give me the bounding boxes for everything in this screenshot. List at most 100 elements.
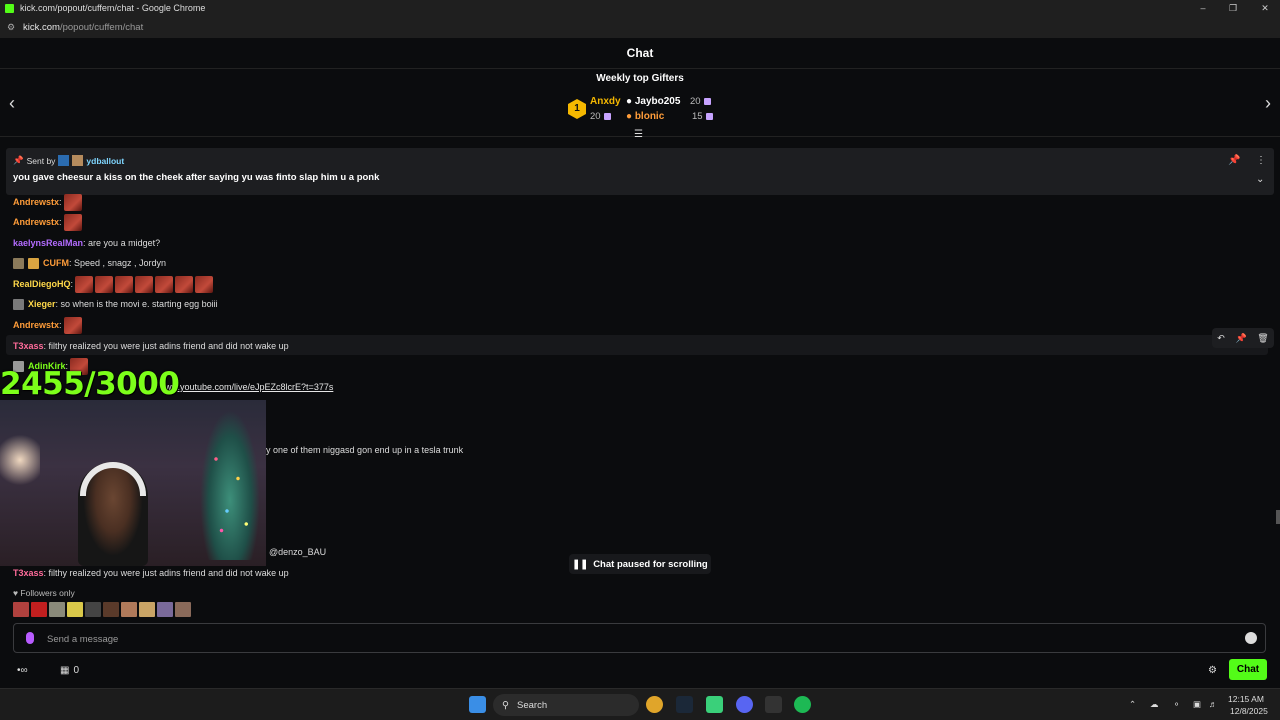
address-bar[interactable]: ⚙ kick.com /popout/cuffem/chat	[0, 16, 1280, 38]
chat-message[interactable]: T3xass: filthy realized you were just ad…	[13, 563, 289, 583]
emote-icon[interactable]	[121, 602, 137, 617]
badge-icon	[72, 155, 84, 166]
microphone-icon[interactable]	[26, 632, 34, 644]
chevron-left-icon[interactable]: ‹	[4, 93, 20, 114]
chevron-down-icon[interactable]: ⌄	[1256, 174, 1264, 185]
emoji-icon[interactable]	[1245, 632, 1257, 644]
emote-icon[interactable]	[157, 602, 173, 617]
pin-toggle-icon[interactable]: 📌	[1228, 155, 1240, 166]
pause-icon: ❚❚	[572, 558, 589, 570]
volume-icon[interactable]: ♬	[1209, 699, 1218, 709]
clock-date[interactable]: 12/8/2025	[1230, 706, 1268, 716]
chrome-icon[interactable]	[646, 696, 663, 713]
chat-username[interactable]: kaelynsRealMan	[13, 238, 83, 248]
scrollbar[interactable]	[1276, 510, 1280, 524]
filter-icon[interactable]: ☰	[634, 129, 643, 140]
chat-message[interactable]: @denzo_BAU	[269, 542, 326, 562]
emote-icon[interactable]	[175, 602, 191, 617]
gifter-name[interactable]: ● blonic	[626, 111, 664, 122]
pinned-sender: 📌 Sent by ydballout	[13, 155, 124, 166]
chat-message[interactable]: ww.youtube.com/live/eJpEZc8lcrE?t=377s	[165, 377, 333, 397]
followers-only-text: Followers only	[20, 588, 75, 598]
windows-start-icon[interactable]	[469, 696, 486, 713]
windows-taskbar: ⚲ Search ⌃ ☁ ⚬ ▣ ♬ 12:15 AM 12/8/2025	[0, 688, 1280, 720]
emote-icon[interactable]	[67, 602, 83, 617]
quick-emotes-row	[13, 602, 191, 617]
close-icon[interactable]: ✕	[1250, 0, 1280, 16]
message-actions: ↶ 📌 🗑	[1212, 328, 1274, 348]
cloud-icon[interactable]: ☁	[1150, 699, 1159, 710]
emote-icon[interactable]	[85, 602, 101, 617]
emote-icon	[175, 275, 194, 293]
settings-icon[interactable]: ⚙	[1208, 659, 1217, 681]
emote-icon[interactable]	[49, 602, 65, 617]
emote-icon[interactable]	[103, 602, 119, 617]
gifter-count: 20	[690, 96, 711, 107]
heart-icon: ♥	[13, 588, 19, 598]
kick-favicon-icon	[5, 3, 14, 13]
points-icon[interactable]: •∞	[17, 659, 28, 681]
goal-counter-overlay: 2455/3000	[0, 366, 180, 402]
chat-message[interactable]: T3xass: filthy realized you were just ad…	[13, 336, 289, 356]
chat-username[interactable]: CUFM	[43, 258, 69, 268]
gifter-name[interactable]: ● Jaybo205	[626, 96, 680, 107]
badge-icon	[58, 155, 70, 166]
message-input[interactable]	[47, 630, 1227, 648]
send-chat-button[interactable]: Chat	[1229, 659, 1267, 680]
chat-username[interactable]: Andrewstx	[13, 197, 59, 207]
chat-username[interactable]: Andrewstx	[13, 320, 59, 330]
app-icon[interactable]	[765, 696, 782, 713]
emote-icon[interactable]	[31, 602, 47, 617]
more-options-icon[interactable]: ⋮	[1256, 155, 1266, 166]
chat-username[interactable]: T3xass	[13, 341, 44, 351]
chat-message[interactable]: y one of them niggasd gon end up in a te…	[266, 440, 463, 460]
rank-badge: 1	[568, 99, 586, 119]
discord-icon[interactable]	[736, 696, 753, 713]
chat-message[interactable]: CUFM: Speed , snagz , Jordyn	[13, 253, 166, 273]
chat-username[interactable]: Xieger	[28, 299, 56, 309]
mic-tray-icon[interactable]: ⚬	[1173, 699, 1180, 710]
chat-username[interactable]: Andrewstx	[13, 217, 59, 227]
sent-by-label: Sent by	[26, 155, 56, 166]
app-icon[interactable]	[706, 696, 723, 713]
chat-paused-indicator[interactable]: ❚❚ Chat paused for scrolling	[569, 554, 711, 574]
chat-message[interactable]: RealDiegoHQ:	[13, 274, 214, 294]
spotify-icon[interactable]	[794, 696, 811, 713]
chat-link[interactable]: ww.youtube.com/live/eJpEZc8lcrE?t=377s	[165, 382, 333, 392]
gifter-name[interactable]: Anxdy	[590, 96, 621, 107]
weekly-gifters-panel: Weekly top Gifters ‹ › 1 Anxdy 20 ● Jayb…	[0, 69, 1280, 140]
pinned-username[interactable]: ydballout	[86, 156, 124, 166]
chat-message[interactable]: kaelynsRealMan: are you a midget?	[13, 233, 160, 253]
gifter-count: 15	[692, 111, 713, 122]
emote-icon[interactable]	[13, 602, 29, 617]
network-icon[interactable]: ▣	[1193, 699, 1201, 710]
chat-text: y one of them niggasd gon end up in a te…	[266, 445, 464, 455]
chevron-right-icon[interactable]: ›	[1260, 93, 1276, 114]
taskbar-search[interactable]: ⚲ Search	[493, 694, 639, 716]
reply-icon[interactable]: ↶	[1217, 333, 1225, 344]
chat-text: : Speed , snagz , Jordyn	[69, 258, 167, 268]
delete-icon[interactable]: 🗑	[1257, 333, 1268, 344]
pin-message-icon[interactable]: 📌	[1235, 333, 1246, 344]
gifter-count: 20	[590, 111, 611, 122]
restore-icon[interactable]: ❐	[1218, 0, 1248, 16]
chat-message[interactable]: Andrewstx:	[13, 315, 82, 335]
steam-icon[interactable]	[676, 696, 693, 713]
gift-icon	[603, 112, 611, 120]
clock-time[interactable]: 12:15 AM	[1228, 694, 1264, 704]
chat-message[interactable]: Andrewstx:	[13, 192, 82, 212]
gift-box[interactable]: ▦ 0	[60, 659, 79, 681]
gift-badge-icon	[28, 257, 39, 269]
chat-username[interactable]: RealDiegoHQ	[13, 279, 71, 289]
emote-icon[interactable]	[139, 602, 155, 617]
chat-message[interactable]: Andrewstx:	[13, 212, 82, 232]
minimize-icon[interactable]: –	[1188, 0, 1218, 16]
emote-icon	[195, 275, 214, 293]
site-info-icon[interactable]: ⚙	[7, 22, 17, 32]
tray-chevron-icon[interactable]: ⌃	[1129, 699, 1136, 710]
chat-message[interactable]: Xieger: so when is the movi e. starting …	[13, 294, 218, 314]
badge-icon	[13, 298, 24, 310]
chat-title: Chat	[0, 38, 1280, 69]
badge-icon	[13, 257, 24, 269]
chat-username[interactable]: T3xass	[13, 568, 44, 578]
